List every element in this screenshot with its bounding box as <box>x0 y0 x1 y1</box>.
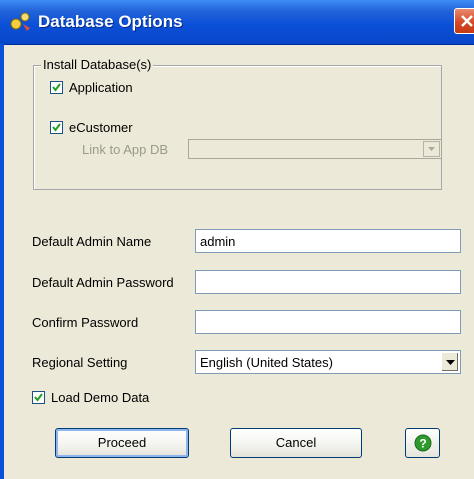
link-to-app-db-select <box>188 139 442 159</box>
close-icon <box>461 15 473 27</box>
database-app-icon <box>10 12 30 31</box>
ecustomer-option[interactable]: eCustomer <box>50 120 133 135</box>
confirm-password-input[interactable] <box>195 310 461 334</box>
application-checkbox[interactable] <box>50 81 63 94</box>
chevron-down-icon <box>446 360 455 365</box>
proceed-button[interactable]: Proceed <box>55 428 189 458</box>
dropdown-arrow-button[interactable] <box>441 352 459 372</box>
regional-setting-value: English (United States) <box>200 355 333 370</box>
confirm-password-label: Confirm Password <box>32 315 139 330</box>
admin-name-input[interactable] <box>195 229 461 253</box>
link-to-app-db-label: Link to App DB <box>82 142 168 157</box>
title-bar: Database Options <box>0 0 474 45</box>
load-demo-data-option[interactable]: Load Demo Data <box>32 390 149 405</box>
install-databases-label: Install Database(s) <box>41 57 154 72</box>
regional-setting-label: Regional Setting <box>32 355 128 370</box>
svg-text:?: ? <box>419 437 426 451</box>
chevron-down-icon <box>423 141 440 157</box>
ecustomer-checkbox[interactable] <box>50 121 63 134</box>
regional-setting-select[interactable]: English (United States) <box>195 350 461 374</box>
help-icon: ? <box>414 434 432 452</box>
admin-name-label: Default Admin Name <box>32 234 152 249</box>
close-button[interactable] <box>454 8 474 34</box>
checkmark-icon <box>52 123 61 132</box>
application-label: Application <box>69 80 133 95</box>
ecustomer-label: eCustomer <box>69 120 133 135</box>
admin-password-input[interactable] <box>195 270 461 294</box>
load-demo-data-label: Load Demo Data <box>51 390 150 405</box>
cancel-button[interactable]: Cancel <box>230 428 362 458</box>
help-button[interactable]: ? <box>405 428 440 458</box>
application-option[interactable]: Application <box>50 80 133 95</box>
checkmark-icon <box>52 83 61 92</box>
window-frame <box>0 44 4 479</box>
window-title: Database Options <box>38 12 183 31</box>
load-demo-data-checkbox[interactable] <box>32 391 45 404</box>
admin-password-label: Default Admin Password <box>32 275 174 290</box>
checkmark-icon <box>34 393 43 402</box>
